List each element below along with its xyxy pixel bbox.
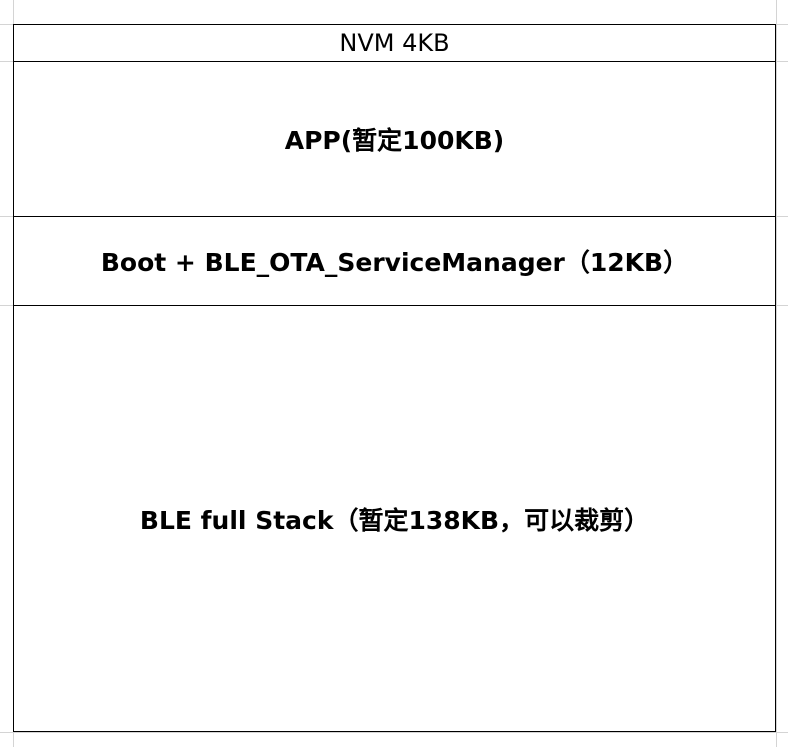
grid-line (776, 0, 777, 747)
region-app[interactable]: APP(暂定100KB) (14, 62, 775, 217)
region-boot-ota[interactable]: Boot + BLE_OTA_ServiceManager（12KB） (14, 217, 775, 306)
region-nvm[interactable]: NVM 4KB (14, 25, 775, 62)
memory-map-diagram: NVM 4KB APP(暂定100KB) Boot + BLE_OTA_Serv… (13, 24, 776, 732)
grid-line (0, 732, 788, 733)
region-ble-stack[interactable]: BLE full Stack（暂定138KB，可以裁剪） (14, 306, 775, 731)
